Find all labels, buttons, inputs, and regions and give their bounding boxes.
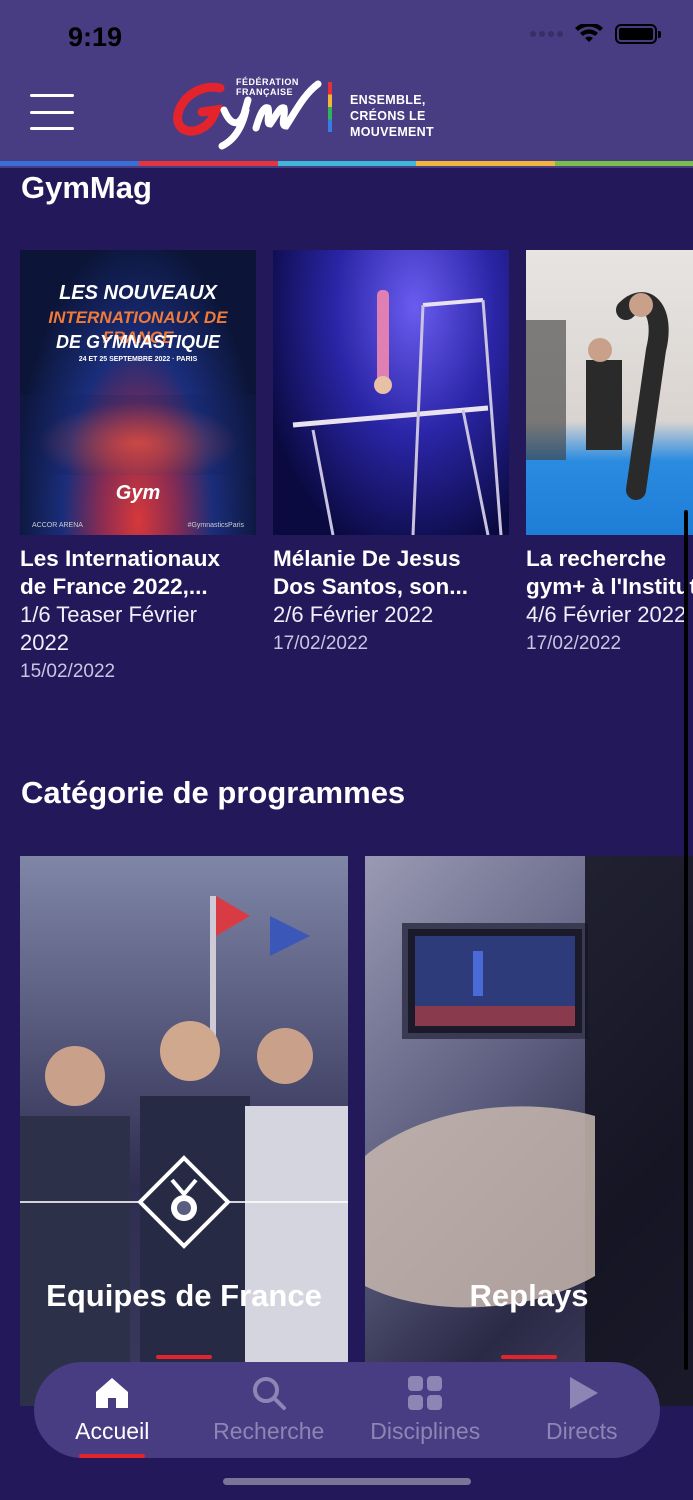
rainbow-divider xyxy=(0,161,693,166)
tab-disciplines[interactable]: Disciplines xyxy=(347,1362,504,1458)
poster-logo: Gym xyxy=(115,482,161,504)
card-thumbnail xyxy=(526,250,693,535)
card-date: 17/02/2022 xyxy=(273,633,369,654)
status-icons xyxy=(530,24,661,44)
tab-active-indicator xyxy=(79,1454,146,1458)
card-subtitle: 4/6 Février 2022 xyxy=(526,602,687,627)
category-card-replays[interactable]: Replays xyxy=(365,856,693,1406)
battery-icon xyxy=(615,24,661,44)
category-underline xyxy=(501,1355,557,1359)
scrollbar[interactable] xyxy=(684,510,688,1370)
categories-section-title: Catégorie de programmes xyxy=(21,775,406,810)
category-label: Replays xyxy=(469,1278,589,1313)
logo-divider xyxy=(328,82,332,132)
tab-recherche[interactable]: Recherche xyxy=(191,1362,348,1458)
card-title: La recherche gym+ à l'Institut xyxy=(526,546,693,599)
tagline-line-1: ENSEMBLE, xyxy=(350,93,426,107)
card-subtitle: 1/6 Teaser Février 2022 xyxy=(20,602,197,655)
tab-label: Directs xyxy=(545,1418,618,1444)
card-date: 15/02/2022 xyxy=(20,661,116,682)
card-title: Mélanie De Jesus Dos Santos, son... xyxy=(273,546,469,599)
logo-tagline: ENSEMBLE, CRÉONS LE MOUVEMENT xyxy=(350,92,512,140)
category-label: Equipes de France xyxy=(46,1278,322,1313)
tab-accueil[interactable]: Accueil xyxy=(34,1362,191,1458)
app-header: 9:19 FÉDÉRATION FRANÇAISE ENSEMBLE, CRÉO… xyxy=(0,0,693,168)
card-thumbnail xyxy=(273,250,509,535)
logo-federation-text: FÉDÉRATION FRANÇAISE xyxy=(236,77,299,97)
poster-dates: 24 ET 25 SEPTEMBRE 2022 · PARIS xyxy=(78,356,198,363)
category-underline xyxy=(156,1355,212,1359)
search-icon xyxy=(252,1377,286,1410)
home-indicator[interactable] xyxy=(223,1478,471,1485)
card-title: Les Internationaux de France 2022,... xyxy=(20,546,221,599)
tab-label: Recherche xyxy=(213,1418,325,1444)
category-card-equipes[interactable]: Equipes de France xyxy=(20,856,348,1406)
tab-label: Accueil xyxy=(75,1418,150,1444)
cellular-signal-icon xyxy=(530,31,563,37)
card-date: 17/02/2022 xyxy=(526,633,622,654)
status-time: 9:19 xyxy=(68,22,123,52)
gymmag-card[interactable]: La recherche gym+ à l'Institut 4/6 Févri… xyxy=(526,250,693,655)
home-icon xyxy=(96,1378,129,1408)
gymmag-card[interactable]: LES NOUVEAUX INTERNATIONAUX DE FRANCE DE… xyxy=(20,250,256,683)
poster-footer-right: #GymnasticsParis xyxy=(187,522,244,529)
gymmag-section-title: GymMag xyxy=(21,170,152,205)
team-medal-icon xyxy=(137,1155,231,1249)
card-subtitle: 2/6 Février 2022 xyxy=(273,602,434,627)
tagline-line-2: CRÉONS LE MOUVEMENT xyxy=(350,109,434,139)
wifi-icon xyxy=(575,24,603,42)
gymmag-card[interactable]: Mélanie De Jesus Dos Santos, son... 2/6 … xyxy=(273,250,509,655)
poster-line-3: DE GYMNASTIQUE xyxy=(55,332,220,352)
menu-button[interactable] xyxy=(30,94,74,130)
poster-line-1: LES NOUVEAUX xyxy=(59,282,217,304)
tab-label: Disciplines xyxy=(370,1418,481,1444)
poster-footer-left: ACCOR ARENA xyxy=(32,522,83,529)
tab-directs[interactable]: Directs xyxy=(504,1362,661,1458)
bottom-tab-bar: Accueil Recherche Disciplines Directs xyxy=(34,1362,660,1458)
grid-icon xyxy=(408,1376,443,1410)
play-icon xyxy=(569,1377,598,1409)
card-thumbnail: LES NOUVEAUX INTERNATIONAUX DE FRANCE DE… xyxy=(20,250,256,535)
ffgym-logo: FÉDÉRATION FRANÇAISE ENSEMBLE, CRÉONS LE… xyxy=(172,70,512,155)
